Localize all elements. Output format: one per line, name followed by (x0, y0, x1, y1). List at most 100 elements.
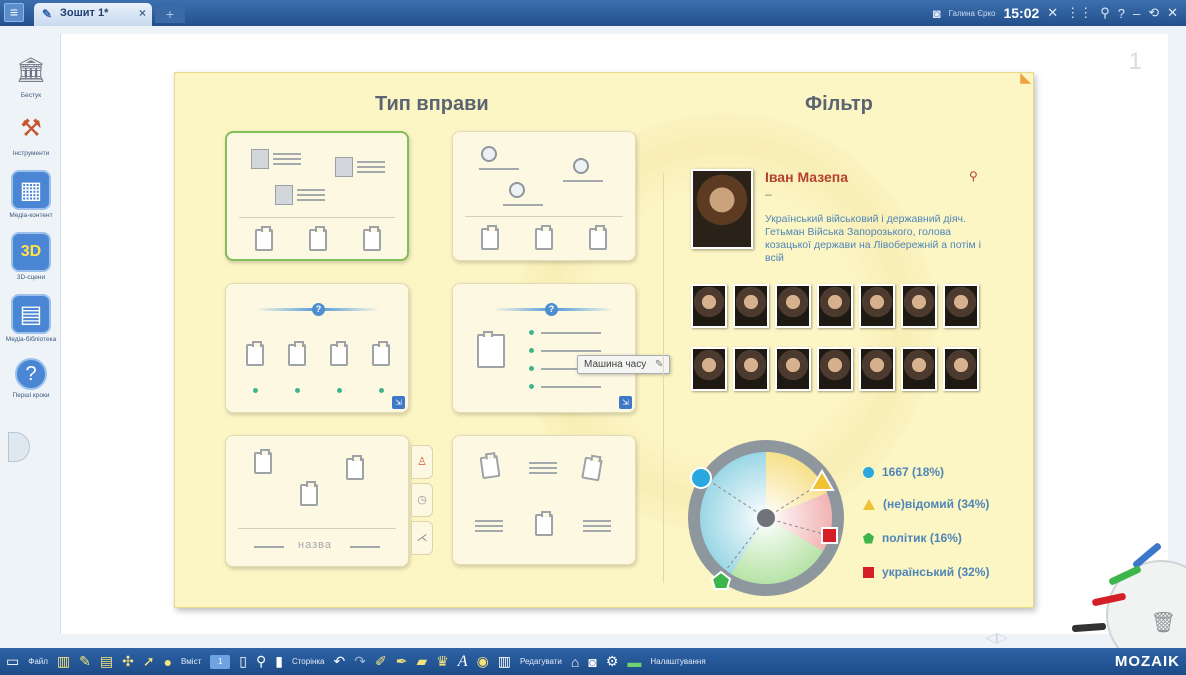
close-window-icon[interactable]: ✕ (1167, 5, 1178, 21)
restore-icon[interactable]: ⟲ (1148, 5, 1159, 21)
line (350, 546, 380, 548)
tab-notebook[interactable]: ✎ Зошит 1* × (34, 3, 152, 26)
exercise-card-timeline[interactable] (452, 131, 636, 261)
line (541, 386, 601, 388)
page-number: 1 (1128, 48, 1142, 75)
camera-icon[interactable]: ◙ (588, 654, 596, 670)
notes-icon[interactable]: ✎ (79, 653, 91, 670)
portrait-thumbnail[interactable] (733, 347, 769, 391)
pen-icon[interactable]: ✒ (396, 653, 408, 670)
portrait-thumbnail[interactable] (901, 347, 937, 391)
camera-icon[interactable]: ◙ (933, 6, 941, 21)
shapes-icon[interactable]: ✣ (122, 653, 134, 670)
sidebar-item-media[interactable]: ▦ Медіа-контент (4, 170, 58, 220)
eraser-icon[interactable]: ▰ (416, 653, 427, 670)
portrait-thumbnail[interactable] (943, 284, 979, 328)
person-name: Іван Мазепа (765, 169, 849, 185)
clipboard-icon (589, 225, 607, 250)
legend-item-politician[interactable]: політик (16%) (863, 531, 962, 545)
exercise-card-mixed[interactable] (452, 435, 636, 565)
minimize-icon[interactable]: – (1133, 6, 1140, 21)
portrait-thumbnail[interactable] (817, 284, 853, 328)
zoom-icon[interactable]: ⚲ (256, 653, 266, 670)
export-icon[interactable]: ⇲ (619, 396, 632, 409)
clipboard-icon (479, 454, 501, 480)
legend-item-unknown[interactable]: (не)відомий (34%) (863, 497, 989, 511)
help-icon[interactable]: ? (1118, 6, 1125, 21)
legend-item-year[interactable]: 1667 (18%) (863, 465, 944, 479)
menu-icon[interactable]: ≡ (4, 3, 24, 22)
clock-tab-icon[interactable]: ◷ (411, 483, 433, 517)
legend-label: український (32%) (882, 565, 990, 579)
grid-icon[interactable]: ⋮⋮ (1066, 5, 1092, 21)
portrait-mazepa[interactable] (691, 169, 753, 249)
portrait-thumbnail[interactable] (775, 284, 811, 328)
display-icon[interactable]: ▬ (627, 654, 641, 670)
portrait-thumbnail[interactable] (775, 347, 811, 391)
page-nav-arrows-icon[interactable]: ◁▷ (986, 629, 1008, 646)
green-dot (295, 388, 300, 393)
corner-handle-icon[interactable]: ◣ (1020, 69, 1031, 86)
wheel-center-knob[interactable] (757, 509, 775, 527)
top-right-controls: ◙ Галина Єрко 15:02 ✕ ⋮⋮ ⚲ ? – ⟲ ✕ (933, 0, 1186, 26)
clipboard-icon (309, 226, 327, 251)
portrait-thumbnail[interactable] (691, 284, 727, 328)
new-tab-button[interactable]: + (155, 6, 185, 23)
page-menu[interactable]: Сторінка (292, 657, 325, 666)
portrait-thumbnail[interactable] (901, 284, 937, 328)
portrait-thumbnail[interactable] (817, 347, 853, 391)
screen-icon[interactable]: ▭ (6, 653, 19, 670)
undo-icon[interactable]: ↶ (334, 653, 346, 670)
exercise-card-question-list[interactable]: ? ⇲ (452, 283, 636, 413)
person-tab-icon[interactable]: ♙ (411, 445, 433, 479)
close-icon[interactable]: × (139, 6, 146, 20)
portrait-thumbnail[interactable] (733, 284, 769, 328)
exercise-card-picture-match[interactable] (225, 131, 409, 261)
page-layout-icon[interactable]: ▥ (57, 653, 70, 670)
gear-icon[interactable]: ⚙ (606, 653, 619, 670)
line (503, 204, 543, 206)
file-menu[interactable]: Файл (28, 657, 48, 666)
network-icon[interactable]: ⌂ (571, 654, 579, 670)
clipboard-icon[interactable]: ▮ (275, 653, 283, 670)
document-icon[interactable]: ▤ (100, 653, 113, 670)
legend-item-ukrainian[interactable]: український (32%) (863, 565, 989, 579)
exercise-card-question-sort[interactable]: ? ⇲ (225, 283, 409, 413)
filter-handle-square[interactable] (821, 527, 838, 544)
page-icon[interactable]: ▯ (239, 653, 247, 670)
delete-icon[interactable]: ▥ (498, 653, 511, 670)
user-name[interactable]: Галина Єрко (949, 9, 996, 18)
redo-icon[interactable]: ↷ (354, 653, 366, 670)
sidebar-item-help[interactable]: ? Перші кроки (4, 358, 58, 400)
sidebar-item-library[interactable]: 🏛 Бестук (4, 50, 58, 100)
color-picker-icon[interactable]: ◉ (477, 653, 489, 670)
page-number-box[interactable]: 1 (210, 654, 231, 669)
settings-menu[interactable]: Налаштування (650, 657, 705, 666)
sidebar-item-tools[interactable]: ⚒ Інструменти (4, 108, 58, 158)
search-icon[interactable]: ⚲ (969, 169, 978, 183)
sidebar-item-media-library[interactable]: ▤ Медіа-бібліотека (4, 294, 58, 344)
pointer-icon[interactable]: ➚ (143, 653, 155, 670)
route-tab-icon[interactable]: ⋌ (411, 521, 433, 555)
portrait-thumbnail[interactable] (859, 284, 895, 328)
export-icon[interactable]: ⇲ (392, 396, 405, 409)
sidebar-item-3d[interactable]: 3D 3D-сцени (4, 232, 58, 282)
library-icon: 🏛 (15, 56, 47, 84)
clipboard-icon (288, 341, 306, 366)
portrait-thumbnail[interactable] (691, 347, 727, 391)
content-menu[interactable]: Вміст (181, 657, 201, 666)
trash-icon[interactable]: 🗑 (1151, 610, 1176, 635)
portrait-thumbnail[interactable] (943, 347, 979, 391)
filter-handle-circle[interactable] (690, 467, 712, 489)
bulb-icon[interactable]: ● (164, 654, 172, 670)
pin-icon[interactable]: ✕ (1047, 5, 1058, 21)
highlighter-icon[interactable]: ♛ (436, 653, 449, 670)
exercise-card-naming[interactable]: назва (225, 435, 409, 567)
filter-color-wheel[interactable] (681, 433, 851, 603)
brush-icon[interactable]: ✐ (375, 653, 387, 670)
text-tool-icon[interactable]: A (458, 653, 468, 671)
tooltip-text: Машина часу (584, 359, 647, 370)
search-icon[interactable]: ⚲ (1100, 5, 1110, 21)
portrait-thumbnail[interactable] (859, 347, 895, 391)
edit-menu[interactable]: Редагувати (520, 657, 562, 666)
